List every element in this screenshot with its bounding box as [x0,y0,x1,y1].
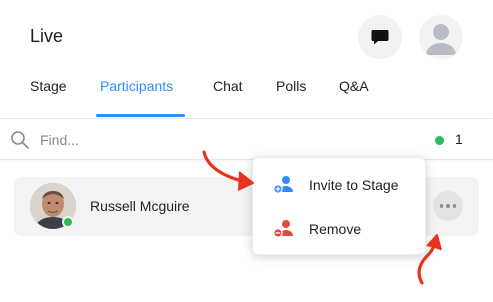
more-dots-icon [439,204,444,208]
tab-participants[interactable]: Participants [100,78,173,94]
presence-online-dot [62,216,74,228]
search-icon [11,131,29,149]
chat-bubble-icon [371,30,389,45]
menu-item-label: Remove [309,221,362,237]
tab-bar: Stage Participants Chat Polls Q&A [0,74,493,117]
menu-item-remove[interactable]: Remove [253,209,425,249]
remove-user-icon [273,220,293,238]
menu-item-label: Invite to Stage [309,177,399,193]
more-dot [452,204,457,208]
more-options-button[interactable] [433,191,463,221]
invite-user-icon [273,176,293,194]
more-dot [446,204,450,208]
search-bar: 1 [0,118,493,160]
tab-stage[interactable]: Stage [30,78,67,94]
tab-polls[interactable]: Polls [276,78,306,94]
user-avatar-icon [426,24,456,55]
participant-actions-menu: Invite to Stage Remove [252,157,426,255]
user-avatar-button[interactable] [419,15,463,59]
tab-chat[interactable]: Chat [213,78,243,94]
chat-button[interactable] [358,15,402,59]
online-status-dot [435,136,444,145]
search-input[interactable] [40,128,340,152]
participant-name: Russell Mcguire [90,198,190,214]
menu-item-invite-to-stage[interactable]: Invite to Stage [253,165,425,205]
page-title: Live [30,26,64,46]
tab-qa[interactable]: Q&A [339,78,369,94]
participant-count: 1 [455,131,463,147]
active-tab-indicator [96,114,185,117]
